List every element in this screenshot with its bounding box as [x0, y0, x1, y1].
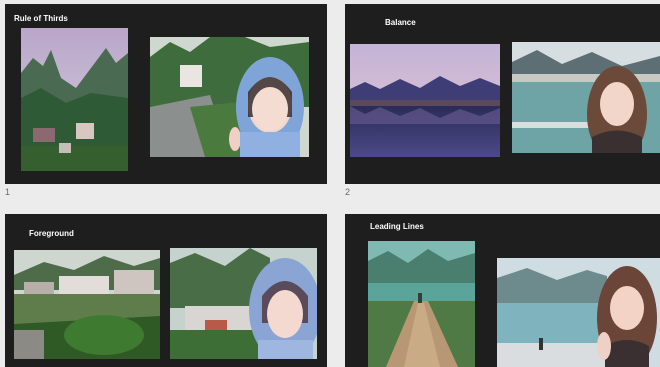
photo-foreground-plants-town[interactable] — [14, 250, 160, 359]
photo-peace-sign-selfie[interactable] — [497, 258, 660, 367]
slide-title: Leading Lines — [370, 222, 424, 231]
slide-balance[interactable]: Balance — [345, 4, 660, 184]
photo-boardwalk-path[interactable] — [368, 241, 475, 367]
slide-title: Rule of Thirds — [14, 14, 68, 23]
photo-girl-by-river[interactable] — [512, 42, 660, 153]
photo-lake-reflection-dusk[interactable] — [350, 44, 500, 157]
slide-title: Foreground — [29, 229, 74, 238]
slide-number: 1 — [5, 187, 11, 197]
photo-selfie-hooded-girl[interactable] — [150, 37, 309, 157]
slide-rule-of-thirds[interactable]: Rule of Thirds — [5, 4, 327, 184]
photo-selfie-hooded-girl-2[interactable] — [170, 248, 317, 359]
slide-title: Balance — [385, 18, 416, 27]
slide-number: 2 — [345, 187, 351, 197]
slide-leading-lines[interactable]: Leading Lines — [345, 214, 660, 367]
photo-misty-mountain-village[interactable] — [21, 28, 128, 171]
slide-foreground[interactable]: Foreground — [5, 214, 327, 367]
